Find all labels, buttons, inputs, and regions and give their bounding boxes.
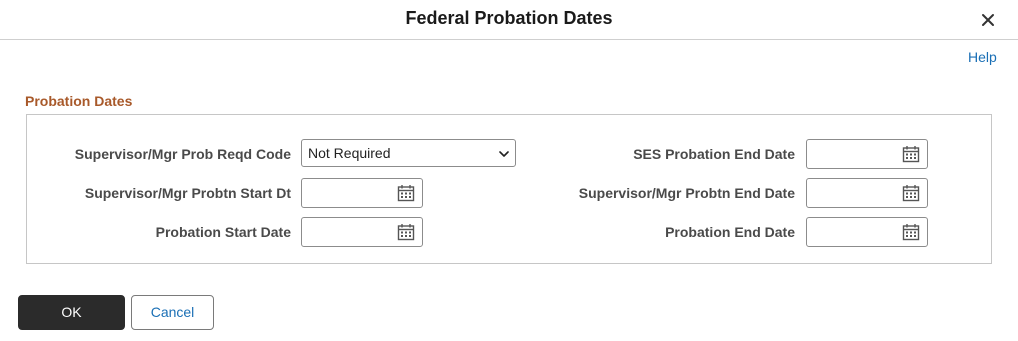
calendar-icon[interactable] (902, 223, 920, 241)
calendar-icon[interactable] (902, 184, 920, 202)
dialog-title: Federal Probation Dates (405, 8, 613, 28)
section-title: Probation Dates (25, 93, 133, 109)
calendar-icon[interactable] (397, 184, 415, 202)
chevron-down-icon (499, 151, 509, 157)
dialog-header: Federal Probation Dates (0, 0, 1018, 40)
sup-mgr-probtn-end-date-label: Supervisor/Mgr Probtn End Date (578, 185, 795, 201)
probation-start-date-field[interactable] (301, 217, 423, 247)
probation-end-date-field[interactable] (806, 217, 928, 247)
sup-mgr-prob-reqd-code-select[interactable]: Not Required (301, 139, 516, 167)
cancel-button[interactable]: Cancel (131, 295, 214, 330)
close-icon[interactable] (977, 9, 999, 31)
sup-mgr-probtn-start-dt-label: Supervisor/Mgr Probtn Start Dt (84, 185, 291, 201)
calendar-icon[interactable] (902, 145, 920, 163)
sup-mgr-probtn-start-dt-field[interactable] (301, 178, 423, 208)
sup-mgr-prob-reqd-code-label: Supervisor/Mgr Prob Reqd Code (74, 146, 291, 162)
calendar-icon[interactable] (397, 223, 415, 241)
ses-probation-end-date-field[interactable] (806, 139, 928, 169)
ok-button[interactable]: OK (18, 295, 125, 330)
sup-mgr-probtn-end-date-field[interactable] (806, 178, 928, 208)
probation-end-date-label: Probation End Date (665, 224, 795, 240)
ses-probation-end-date-label: SES Probation End Date (633, 146, 795, 162)
help-link[interactable]: Help (968, 49, 997, 65)
probation-start-date-label: Probation Start Date (155, 224, 291, 240)
sup-mgr-prob-reqd-code-value: Not Required (308, 145, 391, 161)
